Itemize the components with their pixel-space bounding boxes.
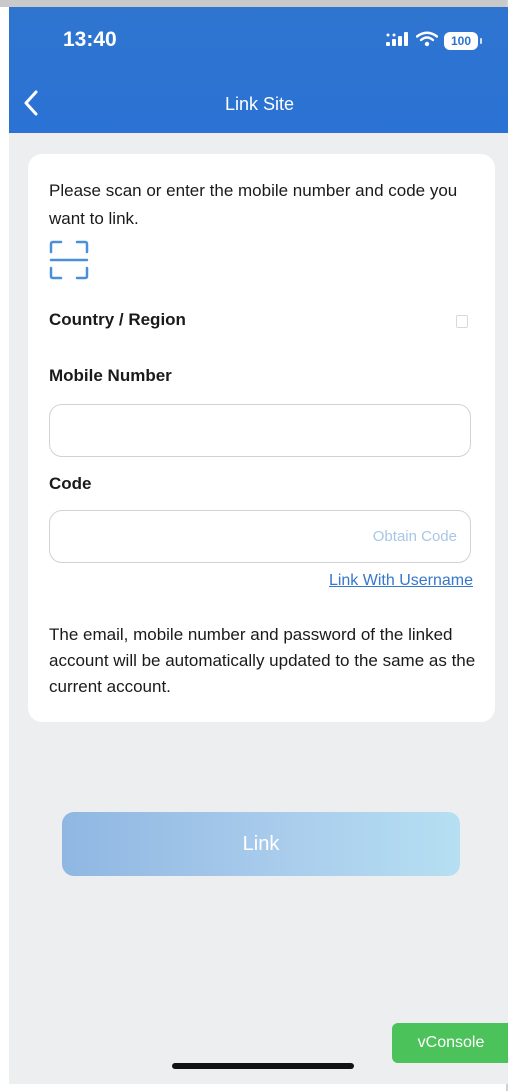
mobile-number-field[interactable]	[49, 404, 471, 458]
mobile-number-input[interactable]	[62, 405, 356, 458]
code-label: Code	[49, 474, 92, 493]
intro-text: Please scan or enter the mobile number a…	[49, 181, 458, 228]
status-time: 13:40	[63, 28, 117, 51]
code-input[interactable]	[62, 511, 356, 564]
link-with-username-link[interactable]: Link With Username	[329, 572, 473, 590]
link-button[interactable]: Link	[62, 812, 460, 876]
battery-icon: 100	[444, 32, 478, 50]
page-title: Link Site	[224, 94, 295, 114]
code-field[interactable]: Obtain Code	[49, 510, 471, 564]
signal-icon	[386, 31, 410, 51]
battery-nub	[480, 38, 482, 44]
mobile-number-label: Mobile Number	[49, 366, 172, 385]
link-note-text: The email, mobile number and password of…	[49, 625, 476, 696]
wifi-icon	[415, 31, 439, 52]
vconsole-button[interactable]: vConsole	[392, 1023, 508, 1063]
country-region-selector[interactable]	[456, 315, 468, 328]
top-border	[0, 0, 508, 7]
obtain-code-button[interactable]: Obtain Code	[373, 528, 457, 545]
app-header: 13:40 100 Link Site	[9, 7, 508, 133]
scan-icon[interactable]	[49, 240, 89, 280]
home-indicator	[172, 1063, 354, 1069]
country-region-label[interactable]: Country / Region	[49, 310, 186, 330]
status-icons: 100	[386, 29, 482, 53]
phone-screen: 13:40 100 Link Site Please scan or enter…	[9, 7, 508, 1084]
link-form-card: Please scan or enter the mobile number a…	[28, 154, 495, 722]
